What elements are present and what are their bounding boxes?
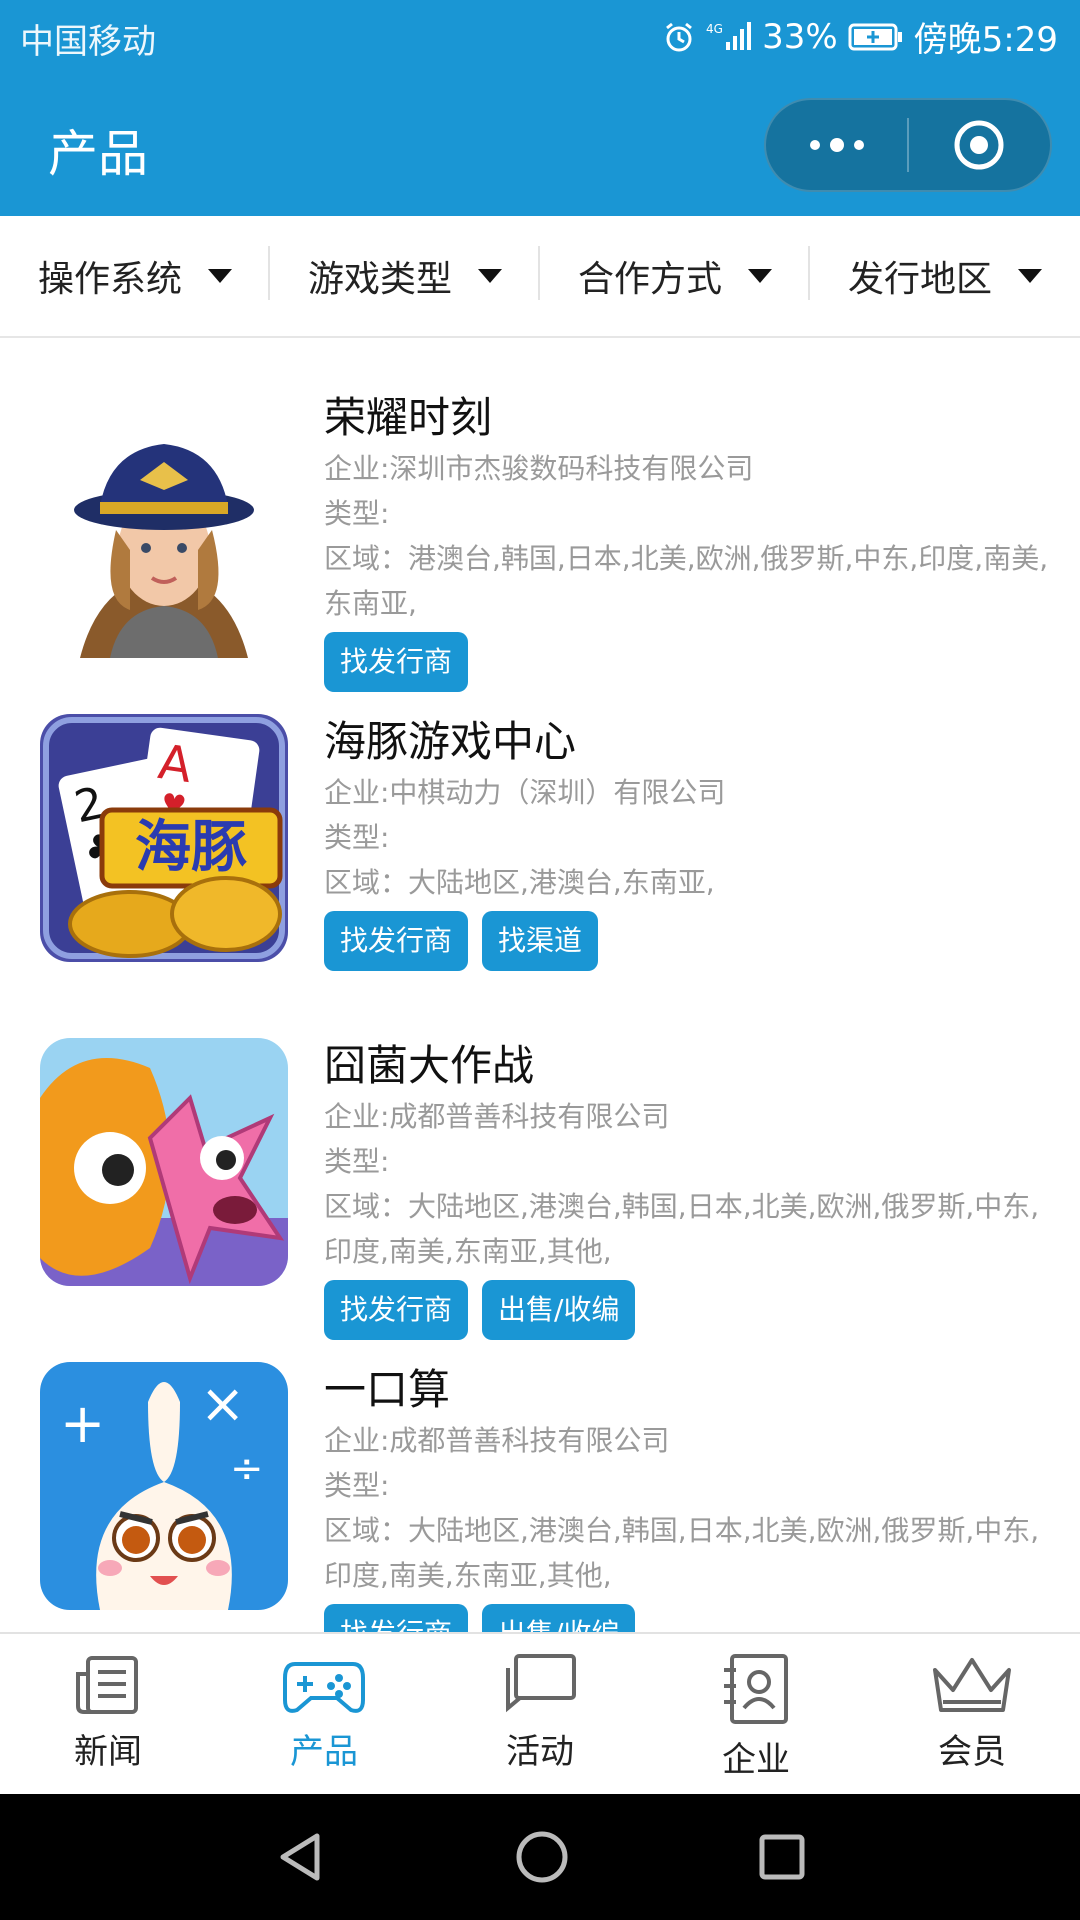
contact-card-icon bbox=[724, 1654, 788, 1724]
product-tags: 找发行商 出售/收编 bbox=[324, 1604, 1054, 1632]
svg-text:×: × bbox=[200, 1372, 245, 1435]
product-type: 类型: bbox=[324, 1145, 390, 1178]
recents-square-icon[interactable] bbox=[757, 1832, 807, 1882]
home-circle-icon[interactable] bbox=[514, 1829, 570, 1885]
battery-charging-icon bbox=[848, 22, 904, 52]
tab-label: 新闻 bbox=[74, 1732, 142, 1772]
product-name: 一口算 bbox=[324, 1365, 451, 1414]
product-thumbnail: + × ÷ bbox=[40, 1362, 288, 1610]
filter-label: 游戏类型 bbox=[307, 259, 452, 300]
product-tags: 找发行商 出售/收编 bbox=[324, 1280, 1054, 1340]
alarm-icon bbox=[662, 20, 696, 54]
filter-game-type[interactable]: 游戏类型 bbox=[270, 216, 540, 336]
more-button[interactable] bbox=[766, 100, 907, 190]
page-title: 产品 bbox=[48, 125, 148, 183]
product-type: 类型: bbox=[324, 497, 390, 530]
battery-percent: 33% bbox=[762, 16, 838, 57]
network-type: 4G bbox=[706, 22, 723, 36]
germ-monster-icon bbox=[40, 1038, 288, 1286]
caret-down-icon bbox=[1018, 269, 1042, 283]
product-name: 囧菌大作战 bbox=[324, 1041, 535, 1090]
product-list[interactable]: 荣耀时刻 企业:深圳市杰骏数码科技有限公司 类型: 区域：港澳台,韩国,日本,北… bbox=[0, 340, 1080, 1632]
close-mini-program-button[interactable] bbox=[909, 100, 1050, 190]
product-region: 区域：大陆地区,港澳台,韩国,日本,北美,欧洲,俄罗斯,中东,印度,南美,东南亚… bbox=[324, 1514, 1040, 1592]
tag-sell-acquire[interactable]: 出售/收编 bbox=[482, 1604, 636, 1632]
product-info: 一口算 企业:成都普善科技有限公司 类型: 区域：大陆地区,港澳台,韩国,日本,… bbox=[324, 1362, 1054, 1632]
tab-label: 会员 bbox=[938, 1732, 1006, 1772]
product-company: 企业:深圳市杰骏数码科技有限公司 bbox=[324, 452, 754, 485]
status-bar: 中国移动 4G 33% 傍晚5:29 bbox=[0, 0, 1080, 74]
caret-down-icon bbox=[748, 269, 772, 283]
product-info: 荣耀时刻 企业:深圳市杰骏数码科技有限公司 类型: 区域：港澳台,韩国,日本,北… bbox=[324, 390, 1054, 692]
tag-find-channel[interactable]: 找渠道 bbox=[482, 911, 599, 971]
tag-find-publisher[interactable]: 找发行商 bbox=[324, 911, 469, 971]
card-game-icon: 2♣ A♥ 海豚 bbox=[40, 714, 288, 962]
product-info: 囧菌大作战 企业:成都普善科技有限公司 类型: 区域：大陆地区,港澳台,韩国,日… bbox=[324, 1038, 1054, 1340]
product-tags: 找发行商 bbox=[324, 632, 1054, 692]
product-tags: 找发行商 找渠道 bbox=[324, 911, 1054, 971]
carrier-name: 中国移动 bbox=[20, 22, 156, 62]
tab-activities[interactable]: 活动 bbox=[432, 1634, 648, 1794]
tag-find-publisher[interactable]: 找发行商 bbox=[324, 632, 469, 692]
clock: 傍晚5:29 bbox=[913, 20, 1058, 60]
tab-companies[interactable]: 企业 bbox=[648, 1634, 864, 1794]
math-garlic-icon: + × ÷ bbox=[40, 1362, 288, 1610]
product-info: 海豚游戏中心 企业:中棋动力（深圳）有限公司 类型: 区域：大陆地区,港澳台,东… bbox=[324, 714, 1054, 971]
tab-news[interactable]: 新闻 bbox=[0, 1634, 216, 1794]
product-company: 企业:中棋动力（深圳）有限公司 bbox=[324, 776, 726, 809]
product-name: 海豚游戏中心 bbox=[324, 717, 577, 766]
back-triangle-icon[interactable] bbox=[273, 1830, 327, 1884]
svg-text:+: + bbox=[60, 1392, 105, 1455]
bottom-tab-bar: 新闻 产品 活动 企业 会员 bbox=[0, 1632, 1080, 1794]
signal-icon: 4G bbox=[706, 20, 752, 54]
caret-down-icon bbox=[208, 269, 232, 283]
mini-program-capsule bbox=[764, 98, 1052, 192]
filter-label: 操作系统 bbox=[37, 259, 182, 300]
product-region: 区域：港澳台,韩国,日本,北美,欧洲,俄罗斯,中东,印度,南美,东南亚, bbox=[324, 542, 1049, 620]
news-icon bbox=[76, 1656, 138, 1714]
product-company: 企业:成都普善科技有限公司 bbox=[324, 1100, 670, 1133]
gamepad-icon bbox=[283, 1662, 365, 1713]
product-name: 荣耀时刻 bbox=[324, 393, 493, 442]
tag-sell-acquire[interactable]: 出售/收编 bbox=[482, 1280, 636, 1340]
filter-label: 发行地区 bbox=[847, 259, 992, 300]
more-dots-icon bbox=[809, 138, 864, 152]
system-nav-bar bbox=[0, 1794, 1080, 1920]
tag-find-publisher[interactable]: 找发行商 bbox=[324, 1280, 469, 1340]
tab-label: 活动 bbox=[506, 1732, 574, 1772]
icon-text: 海豚 bbox=[135, 815, 247, 880]
chat-icon bbox=[506, 1654, 576, 1713]
tag-find-publisher[interactable]: 找发行商 bbox=[324, 1604, 469, 1632]
product-region: 区域：大陆地区,港澳台,韩国,日本,北美,欧洲,俄罗斯,中东,印度,南美,东南亚… bbox=[324, 1190, 1040, 1268]
caret-down-icon bbox=[478, 269, 502, 283]
product-type: 类型: bbox=[324, 1469, 390, 1502]
target-circle-icon bbox=[954, 120, 1004, 170]
app-bar: 产品 bbox=[0, 74, 1080, 216]
svg-text:÷: ÷ bbox=[230, 1446, 264, 1492]
product-region: 区域：大陆地区,港澳台,东南亚, bbox=[324, 866, 715, 899]
filter-cooperation[interactable]: 合作方式 bbox=[540, 216, 810, 336]
filter-os[interactable]: 操作系统 bbox=[0, 216, 270, 336]
product-thumbnail: 2♣ A♥ 海豚 bbox=[40, 714, 288, 962]
tab-label: 产品 bbox=[290, 1732, 358, 1772]
filter-bar: 操作系统 游戏类型 合作方式 发行地区 bbox=[0, 216, 1080, 338]
tab-products[interactable]: 产品 bbox=[216, 1634, 432, 1794]
crown-icon bbox=[933, 1658, 1011, 1712]
product-type: 类型: bbox=[324, 821, 390, 854]
tab-label: 企业 bbox=[722, 1740, 790, 1780]
product-thumbnail bbox=[40, 410, 288, 658]
product-company: 企业:成都普善科技有限公司 bbox=[324, 1424, 670, 1457]
product-thumbnail bbox=[40, 1038, 288, 1286]
tab-membership[interactable]: 会员 bbox=[864, 1634, 1080, 1794]
pilot-avatar-icon bbox=[40, 410, 288, 658]
filter-region[interactable]: 发行地区 bbox=[810, 216, 1080, 336]
filter-label: 合作方式 bbox=[577, 259, 722, 300]
status-icons: 4G 33% 傍晚5:29 bbox=[662, 12, 1058, 61]
